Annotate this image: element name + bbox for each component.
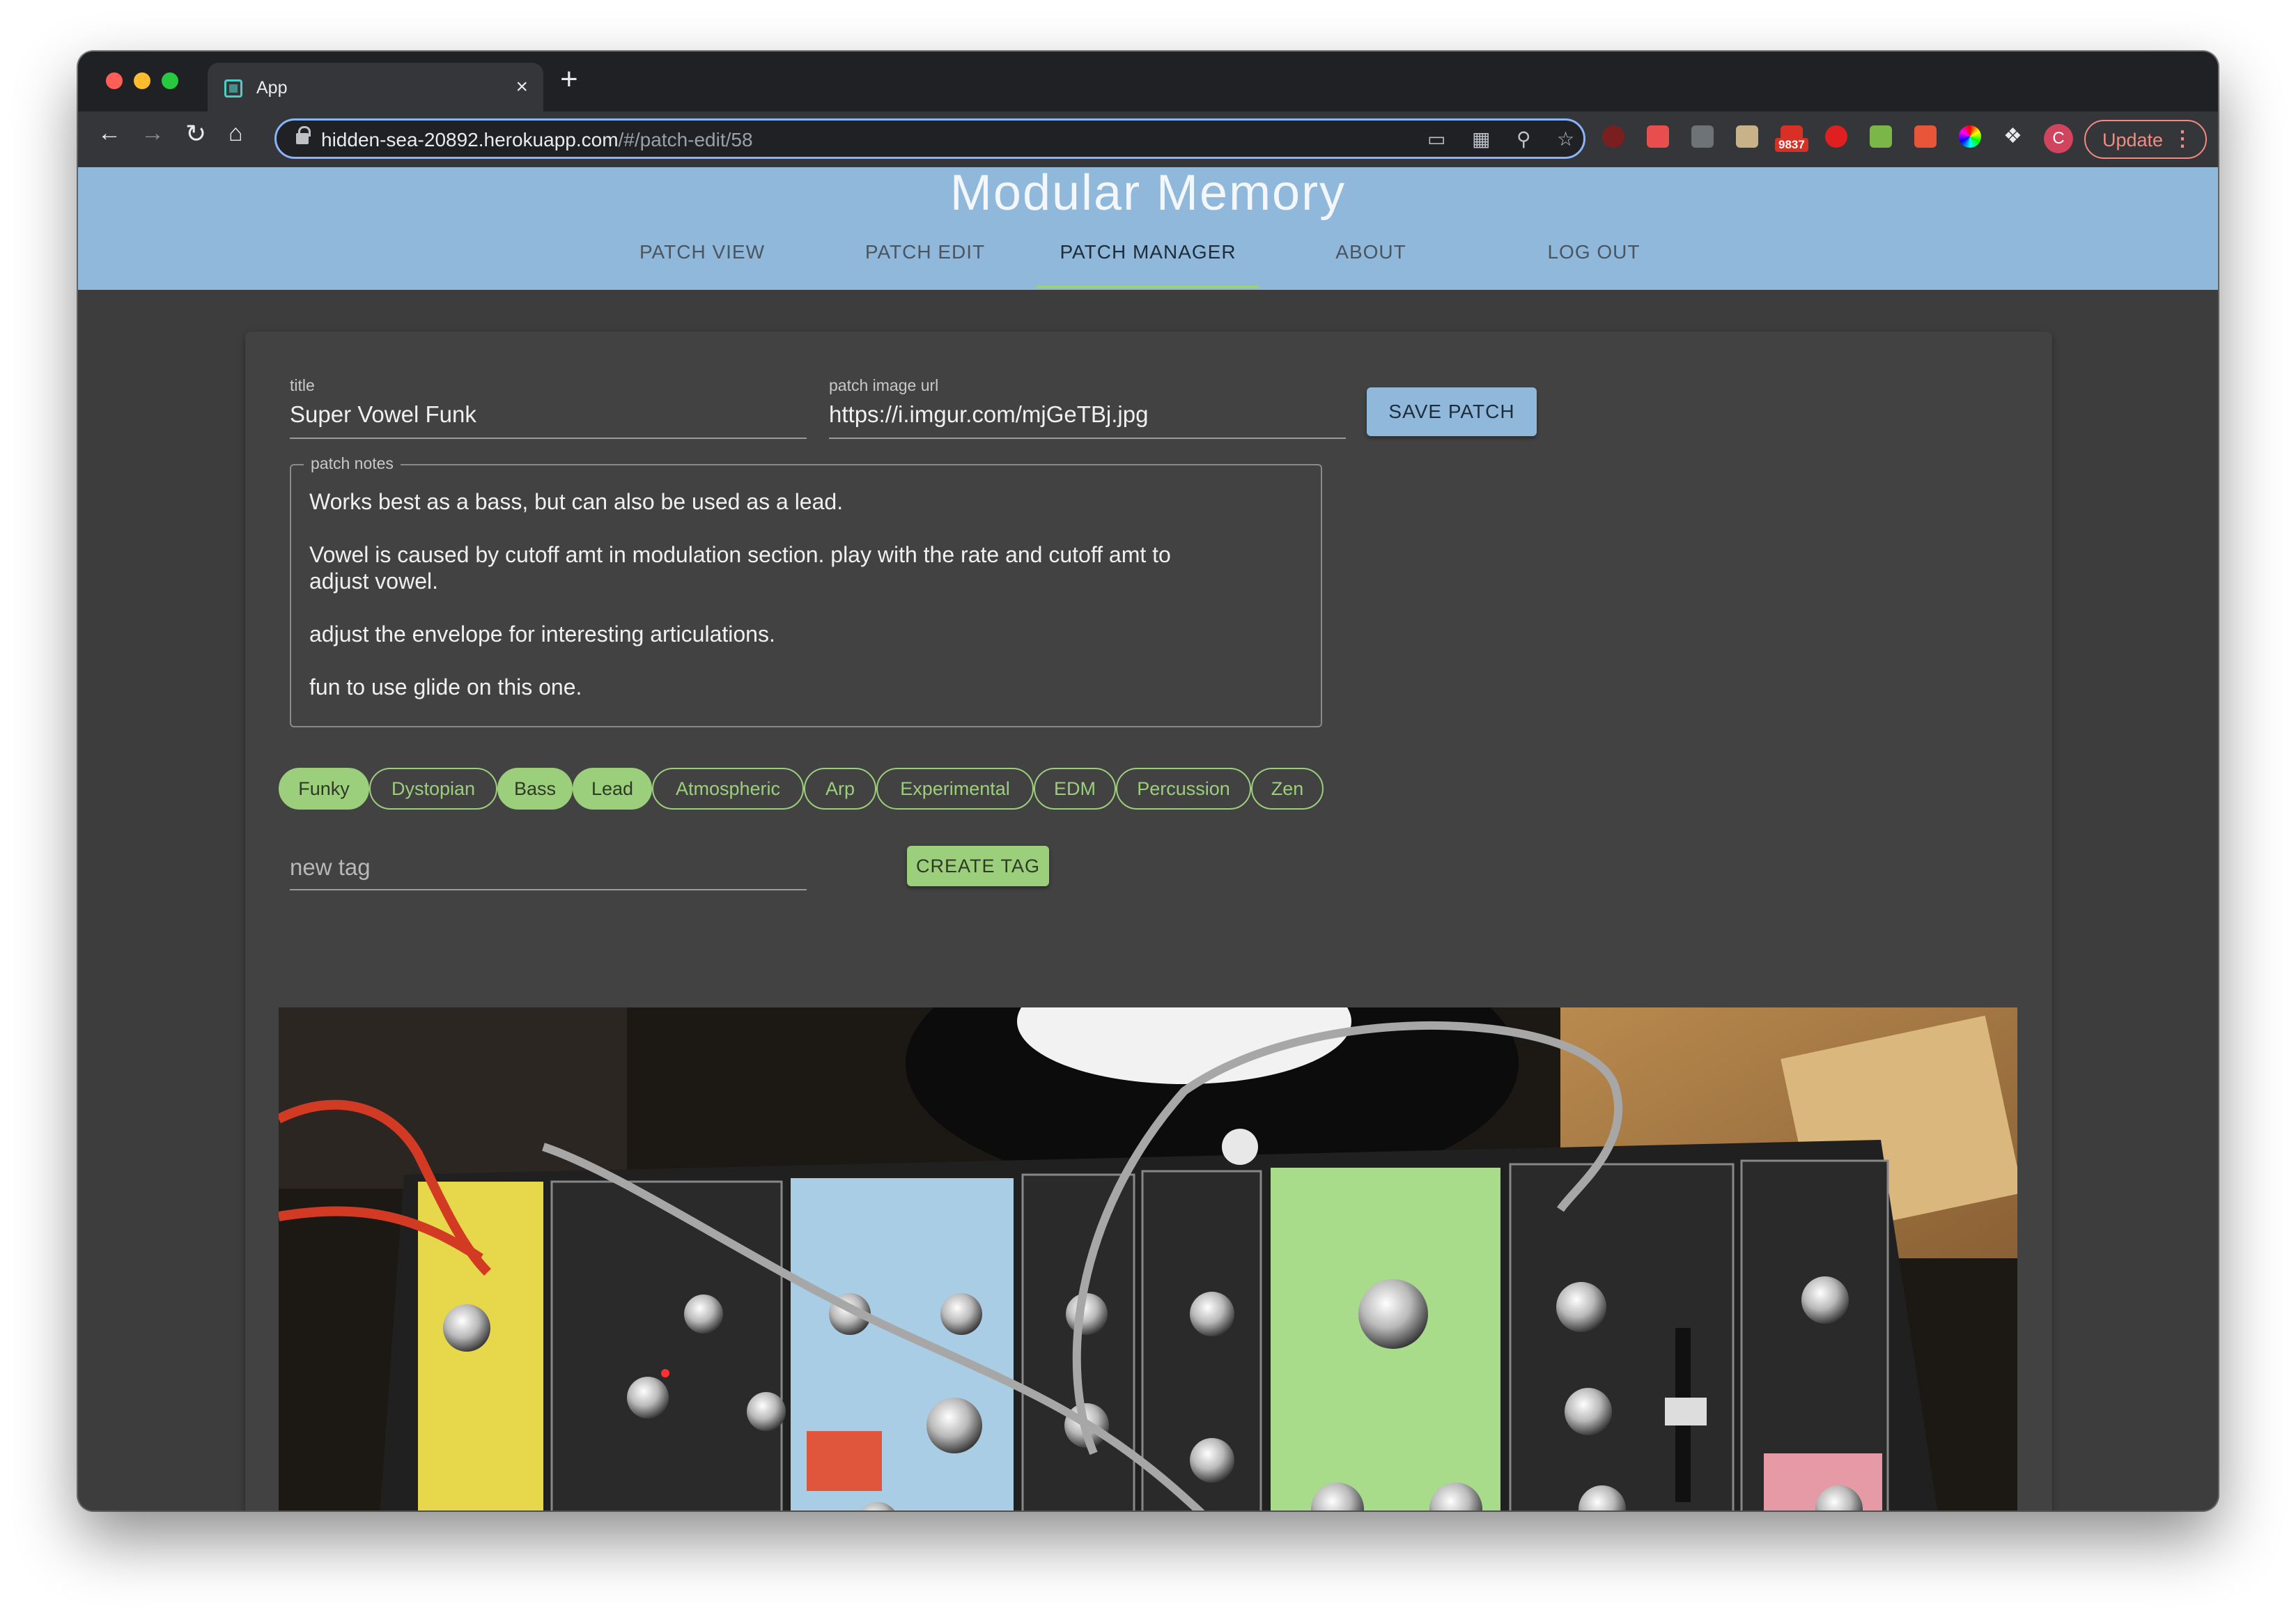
new-tag-input[interactable]: new tag (290, 854, 371, 881)
browser-window: App × + ← → ↻ ⌂ hidden-sea-20892.herokua… (78, 52, 2218, 1510)
tab-strip: App × + (78, 52, 2218, 111)
new-tag-underline (290, 889, 807, 890)
notes-line: adjust vowel. (309, 569, 438, 594)
close-window-button[interactable] (106, 72, 123, 89)
minimize-window-button[interactable] (134, 72, 150, 89)
title-input[interactable]: Super Vowel Funk (290, 401, 476, 428)
tag-chip-zen[interactable]: Zen (1251, 768, 1324, 810)
nav-patch-edit[interactable]: PATCH EDIT (814, 241, 1037, 263)
notes-line: Vowel is caused by cutoff amt in modulat… (309, 542, 1171, 567)
image-url-underline (829, 438, 1346, 439)
create-tag-button[interactable]: CREATE TAG (907, 846, 1049, 886)
notes-line: fun to use glide on this one. (309, 674, 582, 700)
profile-avatar[interactable]: C (2044, 124, 2073, 153)
ublock-icon[interactable] (1602, 125, 1624, 148)
title-label: title (290, 376, 315, 394)
key-icon[interactable]: ⚲ (1517, 128, 1531, 150)
patch-notes-label: patch notes (304, 454, 401, 473)
extension-chat-icon[interactable] (1691, 125, 1714, 148)
browser-tab[interactable]: App × (208, 63, 543, 111)
tag-chip-funky[interactable]: Funky (279, 768, 369, 810)
app-favicon-icon (224, 79, 242, 98)
extension-green-icon[interactable] (1870, 125, 1892, 148)
notes-line: Works best as a bass, but can also be us… (309, 489, 844, 514)
lock-icon (296, 126, 311, 146)
nav-patch-view[interactable]: PATCH VIEW (591, 241, 814, 263)
color-picker-icon[interactable] (1959, 125, 1981, 148)
browser-toolbar: ← → ↻ ⌂ hidden-sea-20892.herokuapp.com/#… (78, 111, 2218, 167)
gmail-unread-badge: 9837 (1775, 138, 1808, 152)
nav-patch-manager[interactable]: PATCH MANAGER (1037, 241, 1259, 263)
patch-photo (279, 1007, 2017, 1510)
tag-chip-arp[interactable]: Arp (804, 768, 876, 810)
more-menu-icon[interactable]: ⋮ (2172, 127, 2193, 151)
back-icon[interactable]: ← (98, 121, 121, 145)
nav-about[interactable]: ABOUT (1259, 241, 1482, 263)
image-url-label: patch image url (829, 376, 939, 394)
home-icon[interactable]: ⌂ (228, 121, 243, 145)
app-header: Modular Memory PATCH VIEW PATCH EDIT PAT… (78, 165, 2218, 290)
tab-close-icon[interactable]: × (515, 75, 528, 99)
tag-chip-lead[interactable]: Lead (573, 768, 652, 810)
record-icon[interactable] (1825, 125, 1847, 148)
update-label: Update (2102, 130, 2164, 150)
address-bar[interactable]: hidden-sea-20892.herokuapp.com/#/patch-e… (274, 118, 1585, 159)
title-underline (290, 438, 807, 439)
save-patch-button[interactable]: SAVE PATCH (1367, 387, 1537, 436)
extension-tp-icon[interactable] (1914, 125, 1937, 148)
qr-code-icon[interactable]: ▦ (1472, 128, 1490, 150)
tag-chip-bass[interactable]: Bass (497, 768, 573, 810)
synth-photo-illustration (279, 1007, 2017, 1510)
tab-title: App (256, 78, 288, 98)
tag-chip-dystopian[interactable]: Dystopian (369, 768, 497, 810)
reload-icon[interactable]: ↻ (185, 121, 206, 146)
app-title: Modular Memory (949, 165, 1347, 221)
tag-chip-atmospheric[interactable]: Atmospheric (652, 768, 804, 810)
grammarly-icon[interactable] (1647, 125, 1669, 148)
extension-note-icon[interactable] (1736, 125, 1758, 148)
tag-chip-experimental[interactable]: Experimental (876, 768, 1034, 810)
extensions-puzzle-icon[interactable]: ❖ (2003, 125, 2026, 148)
patch-edit-card: title Super Vowel Funk patch image url h… (245, 332, 2052, 1510)
update-button[interactable]: Update ⋮ (2084, 120, 2207, 159)
bookmark-star-icon[interactable]: ☆ (1557, 128, 1574, 150)
patch-notes-textarea[interactable]: patch notes Works best as a bass, but ca… (290, 454, 1322, 727)
url-text: hidden-sea-20892.herokuapp.com/#/patch-e… (321, 129, 753, 150)
active-tab-indicator (1037, 286, 1259, 288)
new-tab-button[interactable]: + (560, 64, 578, 95)
tag-chip-edm[interactable]: EDM (1034, 768, 1116, 810)
notes-line: adjust the envelope for interesting arti… (309, 621, 775, 647)
tag-chip-percussion[interactable]: Percussion (1116, 768, 1251, 810)
maximize-window-button[interactable] (162, 72, 178, 89)
nav-log-out[interactable]: LOG OUT (1482, 241, 1705, 263)
cast-icon[interactable]: ▭ (1427, 128, 1445, 150)
image-url-input[interactable]: https://i.imgur.com/mjGeTBj.jpg (829, 401, 1148, 428)
forward-icon[interactable]: → (141, 121, 164, 145)
